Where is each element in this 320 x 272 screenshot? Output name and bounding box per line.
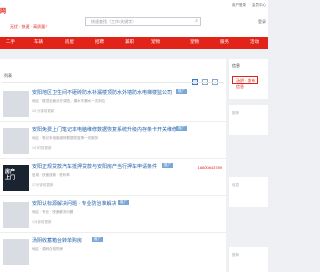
- site-slogan: 无忧 · 快速 · 高质量！: [10, 24, 50, 29]
- top-links: 用户登录 会员中心: [227, 3, 266, 8]
- listing-panel: 列表 安阳地区卫生间不砸砖防水补漏楼顶防水外墙防水电梯楼监公司 推广 地区 · …: [0, 59, 226, 272]
- right-sidebar: 信息 汤阴 · 发布信息 推荐 信息 推荐: [229, 59, 268, 272]
- nav-item[interactable]: 宠物: [190, 39, 199, 45]
- sidebar-link[interactable]: 推荐: [232, 253, 239, 258]
- listing-title[interactable]: 汤阴收蓄箱台转单购房: [32, 237, 82, 244]
- top-header: 网 无忧 · 快速 · 高质量！ 快速查找（工作/关键字） ⌕ 用户登录 会员中…: [0, 0, 268, 37]
- sidebar-publish-box: 信息 汤阴 · 发布信息: [229, 59, 268, 99]
- nav-item[interactable]: 招聘: [95, 39, 104, 45]
- listing-meta: 1分钟前更新: [32, 220, 52, 224]
- sidebar-box: 推荐: [229, 105, 268, 135]
- listing-thumbnail[interactable]: [3, 239, 29, 265]
- search-icon[interactable]: ⌕: [195, 18, 198, 24]
- listing-title[interactable]: 安阳认标源解决问题 · 专业防治准解决: [32, 200, 116, 207]
- listing-subtitle: 地区 · 专业 · 快速解决问题: [32, 210, 74, 214]
- list-item[interactable]: 安阳认标源解决问题 · 专业防治准解决 推广 地区 · 专业 · 快速解决问题 …: [0, 196, 226, 233]
- listing-meta: 15 分钟前更新: [32, 109, 55, 113]
- listing-phone[interactable]: 18600843789: [198, 165, 222, 170]
- promo-badge: 推广: [176, 126, 187, 131]
- search-input[interactable]: 快速查找（工作/关键字）: [91, 19, 136, 25]
- top-link-login[interactable]: 用户登录: [232, 3, 246, 7]
- main-nav: 二手 车辆 房屋 招聘 兼职 宠物 宠物 服务 活动: [0, 37, 268, 49]
- sidebar-title: 信息: [232, 63, 240, 68]
- listing-meta: 17分钟前更新: [32, 183, 54, 187]
- login-link[interactable]: 登录: [258, 19, 266, 25]
- listing-thumbnail[interactable]: [3, 91, 29, 117]
- promo-badge: 推广: [162, 163, 173, 168]
- nav-item[interactable]: 二手: [6, 39, 15, 45]
- list-item[interactable]: 房产 上门 安阳正规贷款汽车抵押贷款与安阳房产当行押车申请条件 推广 18600…: [0, 159, 226, 196]
- listing-subtitle: 地区 · 笔记本电脑维修数据恢复等一切服务: [32, 136, 99, 140]
- promo-badge: 推广: [176, 89, 187, 94]
- listing-title[interactable]: 安阳正规贷款汽车抵押贷款与安阳房产当行押车申请条件: [32, 163, 157, 170]
- page: 网 无忧 · 快速 · 高质量！ 快速查找（工作/关键字） ⌕ 用户登录 会员中…: [0, 0, 268, 272]
- top-link-member[interactable]: 会员中心: [252, 3, 266, 7]
- publish-button-label: 汤阴 · 发布信息: [236, 78, 256, 89]
- list-item[interactable]: 汤阴收蓄箱台转单购房 推广 地区 · 源码在线购房: [0, 233, 226, 270]
- listing-thumbnail[interactable]: [3, 128, 29, 154]
- listing-subtitle: 地区 · 源码在线购房: [32, 247, 64, 251]
- sidebar-box: 推荐: [229, 247, 268, 272]
- sidebar-link[interactable]: 推荐: [232, 111, 239, 116]
- search-box[interactable]: 快速查找（工作/关键字） ⌕: [85, 17, 201, 26]
- divider: [2, 82, 224, 83]
- nav-item[interactable]: 宠物: [151, 39, 160, 45]
- publish-button[interactable]: 汤阴 · 发布信息: [232, 76, 258, 89]
- listing-title[interactable]: 安阳地区卫生间不砸砖防水补漏楼顶防水外墙防水电梯楼监公司: [32, 89, 172, 96]
- listing-subtitle: 地区 · 楼顶全面诊疗调查，漏水不漏水一次到位: [32, 99, 106, 103]
- list-title: 列表: [4, 73, 12, 78]
- sidebar-link[interactable]: 信息: [232, 183, 239, 188]
- site-logo[interactable]: 网: [0, 6, 6, 15]
- nav-item[interactable]: 车辆: [34, 39, 43, 45]
- nav-item[interactable]: 房屋: [65, 39, 74, 45]
- nav-item[interactable]: 活动: [250, 39, 259, 45]
- listing-subtitle: 信用 · 快速放款 · 低利率: [32, 173, 70, 177]
- list-item[interactable]: 安阳免费上门笔记本电脑维修数据恢复系统升级内存条卡开关维修 推广 地区 · 笔记…: [0, 122, 226, 159]
- thumbnail-caption: 房产 上门: [5, 169, 16, 181]
- sidebar-box: 信息: [229, 177, 268, 207]
- nav-item[interactable]: 服务: [220, 39, 229, 45]
- listing-thumbnail[interactable]: 房产 上门: [3, 165, 29, 191]
- listing-title[interactable]: 安阳免费上门笔记本电脑维修数据恢复系统升级内存条卡开关维修: [32, 126, 177, 133]
- list-item[interactable]: 安阳地区卫生间不砸砖防水补漏楼顶防水外墙防水电梯楼监公司 推广 地区 · 楼顶全…: [0, 85, 226, 122]
- listing-meta: 1小时前更新: [32, 146, 52, 150]
- promo-badge: 推广: [118, 200, 129, 205]
- listing-thumbnail[interactable]: [3, 202, 29, 228]
- promo-badge: 推广: [92, 237, 103, 242]
- nav-item[interactable]: 兼职: [125, 39, 134, 45]
